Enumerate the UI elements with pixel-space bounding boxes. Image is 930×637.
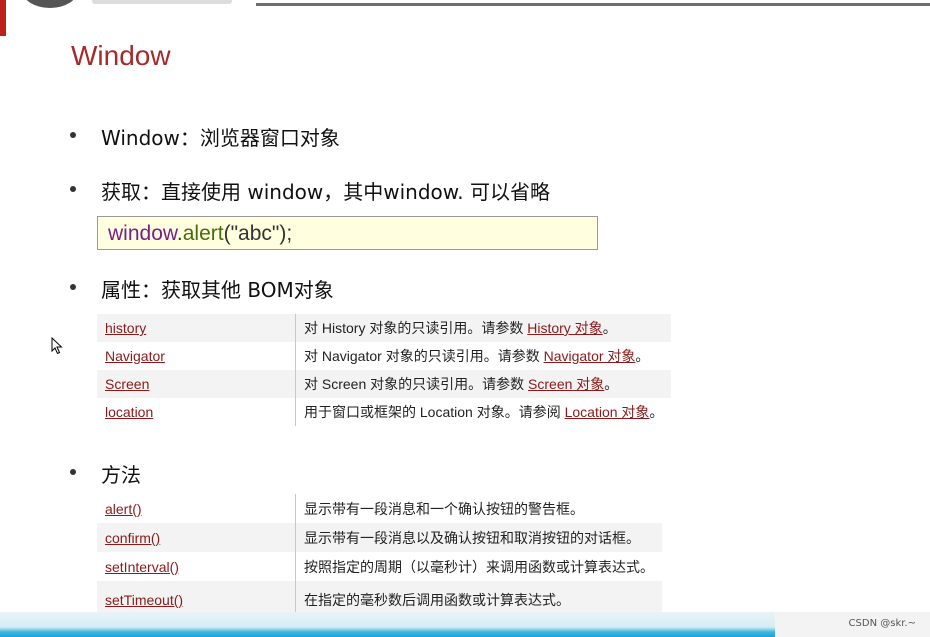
property-ref-link[interactable]: History 对象: [527, 320, 602, 336]
method-name-cell: confirm(): [97, 523, 296, 552]
properties-table: history 对 History 对象的只读引用。请参数 History 对象…: [97, 314, 672, 426]
property-desc-end: 。: [635, 348, 650, 364]
bullet-dot-icon: [70, 284, 76, 290]
methods-table: alert() 显示带有一段消息和一个确认按钮的警告框。 confirm() 显…: [97, 494, 662, 619]
bullet-dot-icon: [70, 469, 76, 475]
property-desc: 对 Navigator 对象的只读引用。请参数: [304, 348, 544, 364]
accent-bar: [0, 0, 6, 36]
property-ref-link[interactable]: Screen 对象: [528, 376, 604, 392]
property-ref-link[interactable]: Navigator 对象: [544, 348, 636, 364]
property-name-cell: Navigator: [97, 342, 296, 370]
code-string: "abc": [230, 222, 280, 245]
code-sample: window.alert("abc");: [97, 216, 598, 250]
property-desc-cell: 用于窗口或框架的 Location 对象。请参阅 Location 对象。: [296, 398, 672, 426]
bullet-window: Window：浏览器窗口对象: [101, 126, 340, 150]
bullet-methods: 方法: [101, 463, 141, 487]
property-link-navigator[interactable]: Navigator: [105, 348, 165, 364]
slide-title: Window: [71, 40, 171, 71]
code-object: window: [108, 222, 177, 245]
property-desc-end: 。: [604, 376, 619, 392]
slide-footer: [0, 612, 930, 637]
property-name-cell: history: [97, 314, 296, 342]
logo-icon: [22, 0, 78, 8]
property-link-screen[interactable]: Screen: [105, 376, 149, 392]
header-divider: [256, 3, 930, 6]
method-link-setinterval[interactable]: setInterval(): [105, 559, 179, 575]
property-name-cell: Screen: [97, 370, 296, 398]
footer-wave-graphic: [0, 612, 775, 637]
table-row: Navigator 对 Navigator 对象的只读引用。请参数 Naviga…: [97, 342, 671, 370]
bullet-access: 获取：直接使用 window，其中window. 可以省略: [101, 180, 550, 204]
table-row: history 对 History 对象的只读引用。请参数 History 对象…: [97, 314, 672, 342]
method-desc-cell: 显示带有一段消息以及确认按钮和取消按钮的对话框。: [295, 523, 662, 552]
property-ref-link[interactable]: Location 对象: [565, 404, 650, 420]
property-desc-cell: 对 Navigator 对象的只读引用。请参数 Navigator 对象。: [296, 342, 672, 370]
table-row: alert() 显示带有一段消息和一个确认按钮的警告框。: [97, 494, 662, 523]
bullet-dot-icon: [70, 132, 76, 138]
slide-header-bar: [0, 0, 930, 36]
property-desc-cell: 对 Screen 对象的只读引用。请参数 Screen 对象。: [295, 370, 672, 398]
bullet-dot-icon: [70, 186, 76, 192]
method-name-cell: setInterval(): [97, 552, 296, 581]
property-desc: 用于窗口或框架的 Location 对象。请参阅: [304, 404, 565, 420]
header-url-strip: [92, 0, 232, 4]
method-link-confirm[interactable]: confirm(): [105, 530, 160, 546]
table-row: confirm() 显示带有一段消息以及确认按钮和取消按钮的对话框。: [97, 523, 662, 552]
method-desc-cell: 显示带有一段消息和一个确认按钮的警告框。: [304, 500, 584, 517]
code-function: alert: [182, 222, 224, 245]
table-row: Screen 对 Screen 对象的只读引用。请参数 Screen 对象。: [97, 370, 672, 398]
property-desc-cell: 对 History 对象的只读引用。请参数 History 对象。: [295, 314, 672, 342]
property-desc-end: 。: [602, 320, 617, 336]
property-name-cell: location: [97, 398, 296, 426]
method-desc-cell: 按照指定的周期（以毫秒计）来调用函数或计算表达式。: [304, 558, 654, 575]
method-name-cell: alert(): [97, 494, 296, 523]
bullet-properties: 属性：获取其他 BOM对象: [101, 278, 334, 302]
property-desc-end: 。: [649, 404, 664, 420]
property-desc: 对 Screen 对象的只读引用。请参数: [304, 376, 529, 392]
method-link-settimeout[interactable]: setTimeout(): [105, 592, 183, 608]
property-link-location[interactable]: location: [105, 404, 153, 420]
watermark: CSDN @skr.~: [848, 618, 916, 629]
property-desc: 对 History 对象的只读引用。请参数: [304, 320, 528, 336]
code-close: );: [279, 222, 293, 245]
table-row: location 用于窗口或框架的 Location 对象。请参阅 Locati…: [97, 398, 671, 426]
code-open-paren: (: [223, 222, 231, 245]
table-row: setInterval() 按照指定的周期（以毫秒计）来调用函数或计算表达式。: [97, 552, 662, 581]
method-link-alert[interactable]: alert(): [105, 501, 142, 517]
property-link-history[interactable]: history: [105, 320, 146, 336]
